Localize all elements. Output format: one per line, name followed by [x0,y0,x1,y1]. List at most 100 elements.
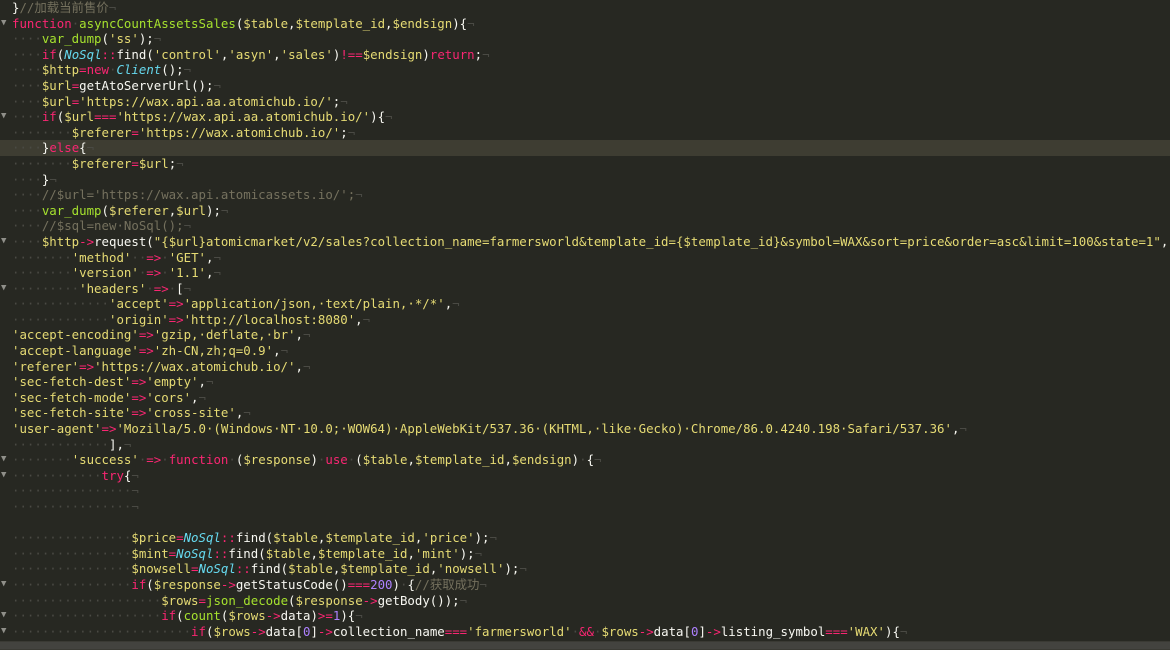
code-line[interactable]: ····var_dump($referer,$url);¬ [12,203,1170,219]
fold-arrow-icon[interactable]: ▼ [1,608,6,624]
code-area[interactable]: }//加载当前售价¬ ▼ function·asyncCountAssetsSale… [0,0,1170,650]
code-token: $referer [71,124,132,140]
code-line[interactable]: ················¬ [12,483,1170,499]
whitespace-marker: ¬ [86,140,95,156]
horizontal-scrollbar[interactable] [0,641,1170,650]
code-token: function [12,15,72,31]
code-token: $table [288,561,333,577]
code-line[interactable]: ▼ ························if($rows->data[… [1,623,1170,640]
code-token: >= [317,608,333,624]
code-line[interactable]: 'user-agent'=>'Mozilla/5.0·(Windows·NT·1… [12,421,1170,437]
code-token: -> [638,623,654,639]
code-line[interactable]: ····//$url='https://wax.api.atomicassets… [12,187,1170,203]
code-token: new [86,62,110,78]
code-token: 'WAX' [847,623,885,639]
code-line[interactable]: ····var_dump('ss');¬ [12,31,1170,47]
code-line[interactable]: ········'method'··=>·'GET',¬ [12,250,1170,266]
code-line[interactable]: ▼ ····$http->request("{$url}atomicmarket/… [1,233,1170,250]
code-token: ] [698,623,706,639]
code-token: 'farmersworld' [467,623,572,639]
code-token: 'sec-fetch-mode' [12,389,132,405]
code-line[interactable]: ················¬ [12,499,1170,515]
code-token: => [153,280,169,296]
whitespace-marker: ¬ [153,31,162,47]
code-line[interactable]: ········'version'·=>·'1.1',¬ [12,265,1170,281]
code-token: ], [108,436,124,452]
code-token: ) [571,452,580,468]
whitespace-marker: · [228,452,236,468]
code-editor[interactable]: }//加载当前售价¬ ▼ function·asyncCountAssetsSale… [0,0,1170,650]
code-token: , [295,327,303,343]
whitespace-marker: ¬ [183,218,192,234]
fold-arrow-icon[interactable]: ▼ [1,468,6,484]
code-line[interactable]: ····if(NoSql::find('control','asyn','sal… [12,47,1170,63]
code-token: -> [79,233,95,249]
code-token: $rows [213,623,251,639]
code-line[interactable]: ················$nowsell=NoSql::find($ta… [12,561,1170,577]
code-token: :: [213,545,229,561]
whitespace-marker: ···· [12,46,42,62]
fold-arrow-icon[interactable]: ▼ [1,577,6,593]
code-line[interactable]: ·············'origin'=>'http://localhost… [12,312,1170,328]
code-line[interactable]: ········$referer=$url;¬ [12,156,1170,172]
code-line[interactable]: ▼ ············try{¬ [1,468,1170,484]
whitespace-marker: ¬ [340,93,348,109]
code-line[interactable]: ▼····}else{¬ [0,140,1170,156]
code-line[interactable]: ▼ function·asyncCountAssetsSales($table,$… [1,15,1170,32]
code-line[interactable]: 'sec-fetch-mode'=>'cors',¬ [12,390,1170,406]
code-line[interactable]: ▼ ················if($response->getStatus… [1,577,1170,593]
code-token: => [79,358,95,374]
code-line[interactable]: ····$url='https://wax.api.aa.atomichub.i… [12,94,1170,110]
code-token: => [146,265,162,281]
fold-arrow-icon[interactable]: ▼ [1,109,6,125]
code-token: => [131,389,147,405]
code-line[interactable]: ▼ ····················if(count($rows->dat… [1,608,1170,624]
whitespace-marker: · [161,452,169,468]
code-token: if [41,109,57,125]
code-line[interactable] [12,515,1170,531]
code-line[interactable]: ····//$sql=new·NoSql();¬ [12,218,1170,234]
code-line[interactable]: ····}¬ [12,172,1170,188]
whitespace-marker: ¬ [131,499,139,514]
code-line[interactable]: 'sec-fetch-site'=>'cross-site',¬ [12,405,1170,421]
code-line[interactable]: ·············],¬ [12,437,1170,453]
code-token: &symbol=WAX&sort=price&order=asc&limit=1… [780,233,1161,249]
code-token: data [653,623,684,639]
code-token: (); [161,62,184,78]
fold-arrow-icon[interactable]: ▼ [1,281,6,297]
code-line[interactable]: ····················$rows=json_decode($r… [12,593,1170,609]
code-token: , [191,389,199,405]
code-line[interactable]: 'accept-encoding'=>'gzip,·deflate,·br',¬ [12,327,1170,343]
code-line[interactable]: ····$http=new·Client();¬ [12,62,1170,78]
code-line[interactable]: 'referer'=>'https://wax.atomichub.io/',¬ [12,359,1170,375]
code-token: ( [101,202,109,218]
whitespace-marker: ················ [12,561,132,577]
code-line[interactable]: 'sec-fetch-dest'=>'empty',¬ [12,374,1170,390]
fold-arrow-icon[interactable]: ▼ [1,624,6,640]
code-token: ); [504,561,520,577]
code-line[interactable]: ················$mint=NoSql::find($table… [12,546,1170,562]
code-token: 'accept-language' [12,343,139,359]
whitespace-marker: ············· [12,296,109,312]
code-line[interactable]: ····$url=getAtoServerUrl();¬ [12,78,1170,94]
code-token: $url [64,109,95,125]
fold-arrow-icon[interactable]: ▼ [1,16,6,32]
code-token: $template_id [414,452,505,468]
code-line[interactable]: ▼ ········'success'·=>·function·($respons… [1,452,1170,468]
code-token: 'accept-encoding' [12,327,139,343]
code-line[interactable]: ·············'accept'=>'application/json… [12,296,1170,312]
code-token: find [116,46,147,62]
code-token: , [273,46,281,62]
fold-arrow-icon[interactable]: ▼ [1,234,6,250]
scrollbar-thumb[interactable] [0,642,1170,649]
code-line[interactable]: 'accept-language'=>'zh-CN,zh;q=0.9',¬ [12,343,1170,359]
code-line[interactable]: ················$price=NoSql::find($tabl… [12,530,1170,546]
code-line[interactable]: ▼ ·········'headers'·=>·[¬ [1,280,1170,297]
whitespace-marker: ¬ [123,436,132,452]
code-line[interactable]: }//加载当前售价¬ [12,0,1170,16]
fold-arrow-icon[interactable]: ▼ [1,452,6,468]
code-token: { [79,140,87,156]
code-line[interactable]: ▼ ····if($url==='https://wax.api.aa.atomi… [1,109,1170,125]
code-line[interactable]: ········$referer='https://wax.atomichub.… [12,125,1170,141]
code-token: 'nowsell' [437,561,505,577]
